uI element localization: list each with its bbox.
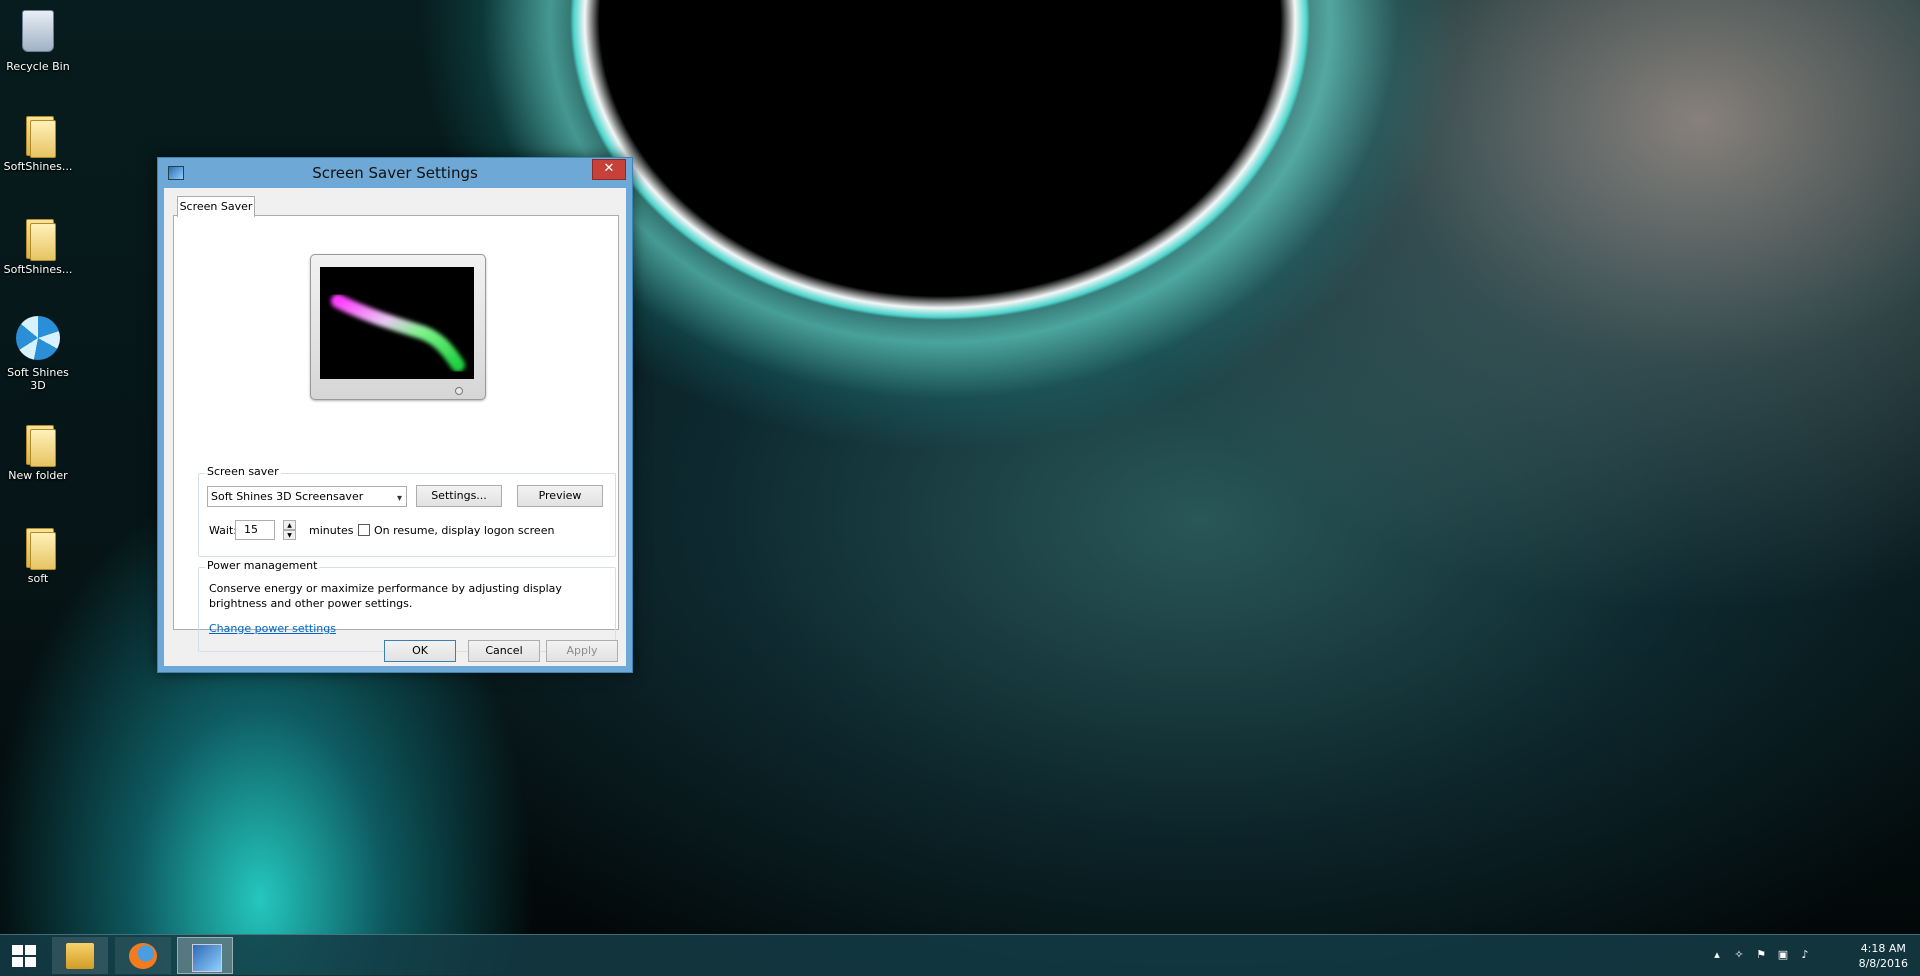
dialog-client: Screen Saver Screen saver Soft Shines 3D… <box>164 188 626 666</box>
preview-monitor <box>310 254 486 400</box>
resume-logon-label[interactable]: On resume, display logon screen <box>374 524 554 537</box>
desktop-icon-soft[interactable]: soft <box>2 522 74 585</box>
desktop-icon-recycle-bin[interactable]: Recycle Bin <box>2 6 74 73</box>
desktop-icon-label: Soft Shines 3D <box>7 366 69 392</box>
volume-icon[interactable]: ♪ <box>1798 948 1812 962</box>
tab-screen-saver[interactable]: Screen Saver <box>177 196 255 217</box>
folder-icon <box>16 419 60 467</box>
desktop-icon-label: Recycle Bin <box>6 60 70 73</box>
apply-button[interactable]: Apply <box>546 640 618 662</box>
taskbar-screen-saver-settings[interactable] <box>177 937 233 974</box>
desktop-icon-label: SoftShines... <box>3 263 73 276</box>
spin-up-button[interactable]: ▲ <box>283 520 296 530</box>
screen-saver-selected: Soft Shines 3D Screensaver <box>211 490 364 503</box>
windows-logo-icon <box>12 945 36 967</box>
soft-shines-icon <box>16 316 60 362</box>
action-center-flag-icon[interactable]: ⚑ <box>1754 948 1768 962</box>
wait-minutes-input[interactable]: 15 <box>235 520 275 540</box>
dialog-title: Screen Saver Settings <box>312 164 478 182</box>
resume-logon-checkbox[interactable] <box>358 524 370 536</box>
network-icon[interactable]: ▣ <box>1776 948 1790 962</box>
system-tray: ▴ ✧ ⚑ ▣ ♪ 4:18 AM 8/8/2016 <box>1710 935 1920 976</box>
firefox-icon <box>129 943 157 969</box>
screen-saver-settings-dialog: Screen Saver Settings ✕ Screen Saver Scr… <box>157 157 633 673</box>
start-button[interactable] <box>0 935 48 976</box>
screen-saver-group: Screen saver Soft Shines 3D Screensaver … <box>198 465 616 557</box>
folder-icon <box>16 213 60 261</box>
dialog-titlebar[interactable]: Screen Saver Settings ✕ <box>158 158 632 188</box>
screen-saver-settings-icon <box>192 944 222 972</box>
taskbar-clock[interactable]: 4:18 AM 8/8/2016 <box>1859 941 1908 971</box>
chevron-down-icon: ▾ <box>396 493 402 504</box>
taskbar-file-explorer[interactable] <box>52 937 108 974</box>
minutes-label: minutes <box>309 524 354 537</box>
close-icon: ✕ <box>603 161 615 176</box>
tab-panel: Screen saver Soft Shines 3D Screensaver … <box>173 215 619 652</box>
recycle-bin-icon <box>16 10 60 56</box>
desktop-icon-softshines-zip[interactable]: SoftShines... <box>2 110 74 173</box>
wait-label: Wait: <box>209 524 237 537</box>
cancel-button[interactable]: Cancel <box>468 640 540 662</box>
show-hidden-icons-chevron-icon[interactable]: ▴ <box>1710 948 1724 962</box>
clock-time: 4:18 AM <box>1860 942 1906 955</box>
screen-saver-group-title: Screen saver <box>205 465 281 478</box>
clock-date: 8/8/2016 <box>1858 957 1908 970</box>
ok-button[interactable]: OK <box>384 640 456 662</box>
taskbar-firefox[interactable] <box>115 937 171 974</box>
power-management-description: Conserve energy or maximize performance … <box>209 582 562 610</box>
change-power-settings-link[interactable]: Change power settings <box>209 622 336 635</box>
power-led-icon <box>455 387 463 395</box>
desktop-icon-softshines-folder[interactable]: SoftShines... <box>2 213 74 276</box>
preview-button[interactable]: Preview <box>517 485 603 507</box>
soft-shines-tray-icon[interactable]: ✧ <box>1732 948 1746 962</box>
file-explorer-icon <box>66 943 94 969</box>
desktop-icon-soft-shines-3d[interactable]: Soft Shines 3D <box>2 316 74 392</box>
preview-screen <box>320 267 474 379</box>
desktop-icon-label: SoftShines... <box>3 160 73 173</box>
desktop-icon-label: New folder <box>8 469 68 482</box>
desktop-icon-new-folder[interactable]: New folder <box>2 419 74 482</box>
spin-down-button[interactable]: ▼ <box>283 530 296 540</box>
close-button[interactable]: ✕ <box>592 159 626 180</box>
settings-button[interactable]: Settings... <box>416 485 502 507</box>
desktop-icon-label: soft <box>27 572 49 585</box>
power-management-group-title: Power management <box>205 559 320 572</box>
screen-saver-select[interactable]: Soft Shines 3D Screensaver ▾ <box>207 486 407 507</box>
folder-zip-icon <box>16 110 60 158</box>
folder-icon <box>16 522 60 570</box>
taskbar: ▴ ✧ ⚑ ▣ ♪ 4:18 AM 8/8/2016 <box>0 934 1920 976</box>
